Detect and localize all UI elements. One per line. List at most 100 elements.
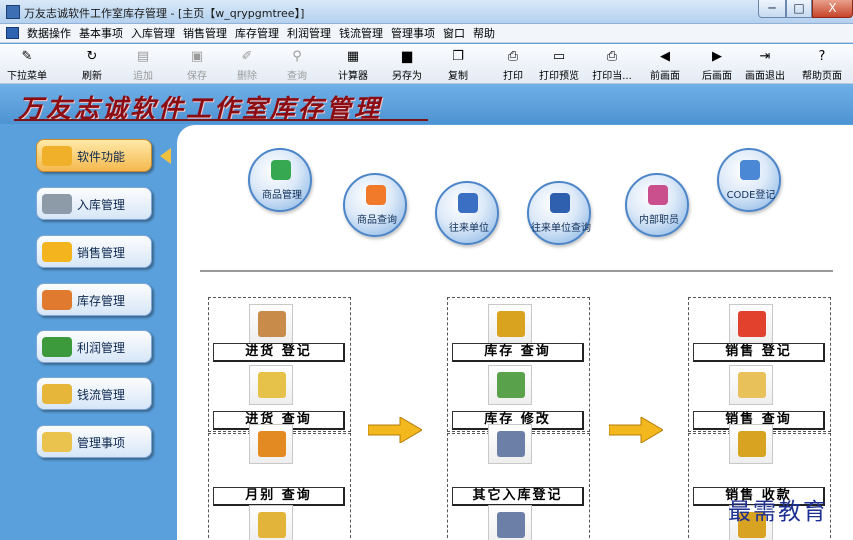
toolbar-button-14[interactable]: ⇥ 画面退出 [740, 47, 790, 83]
banner-underline [14, 119, 428, 121]
active-pointer-icon [160, 148, 171, 164]
maximize-button[interactable]: □ [786, 0, 812, 18]
monthly-query-icon [249, 424, 293, 464]
sidebar-item-2[interactable]: 销售管理 [36, 235, 152, 268]
menu-item-4[interactable]: 库存管理 [235, 26, 279, 41]
toolbar-button-3[interactable]: ▣ 保存 [174, 47, 220, 83]
sidebar-item-6[interactable]: 管理事项 [36, 425, 152, 458]
icon-art [258, 431, 286, 457]
toolbar-button-0[interactable]: ✎ 下拉菜单 [4, 47, 50, 83]
menu-item-1[interactable]: 基本事项 [79, 26, 123, 41]
toolbar-label: 下拉菜单 [7, 71, 47, 82]
toolbar-label: 删除 [237, 71, 257, 82]
icon-art [497, 512, 525, 538]
save-icon: ▣ [190, 49, 204, 64]
close-button[interactable]: X [812, 0, 853, 18]
toolbar-button-9[interactable]: ⎙ 打印 [490, 47, 536, 83]
sales-icon [42, 242, 72, 262]
circle-button-0[interactable]: 商品管理 [248, 148, 312, 212]
flow-arrow-icon [368, 417, 422, 443]
function-button-0[interactable]: 进货 登记 [213, 343, 345, 362]
toolbar-button-1[interactable]: ↻ 刷新 [72, 47, 112, 83]
toolbar-label: 打印预览 [539, 71, 579, 82]
function-button-5[interactable]: 其它入库登记 [452, 487, 584, 506]
stock-edit-icon [488, 365, 532, 405]
function-button-3[interactable]: 库存 查询 [452, 343, 584, 362]
menu-item-5[interactable]: 利润管理 [287, 26, 331, 41]
circle-label: 往来单位 [449, 223, 489, 234]
toolbar-button-10[interactable]: ▭ 打印预览 [534, 47, 584, 83]
title-bar: 万友志诚软件工作室库存管理 - [主页【w_qrypgmtree】] ─ □ X [0, 0, 853, 24]
toolbar-label: 查询 [287, 71, 307, 82]
sidebar-item-3[interactable]: 库存管理 [36, 283, 152, 316]
toolbar-button-15[interactable]: ? 帮助页面 [796, 47, 848, 83]
toolbar-label: 追加 [133, 71, 153, 82]
partner-query-icon [550, 193, 570, 213]
menu-item-2[interactable]: 入库管理 [131, 26, 175, 41]
sidebar-item-label: 入库管理 [77, 198, 126, 212]
menu-item-8[interactable]: 窗口 [443, 26, 465, 41]
help-icon: ? [818, 49, 826, 64]
toolbar-button-6[interactable]: ▦ 计算器 [330, 47, 376, 83]
truck-icon [42, 194, 72, 214]
icon-art [738, 372, 766, 398]
toolbar-label: 复制 [448, 71, 468, 82]
exit-screen-icon: ⇥ [759, 49, 771, 64]
cart-icon [729, 304, 773, 344]
print-preview-icon: ▭ [552, 49, 566, 64]
menu-item-9[interactable]: 帮助 [473, 26, 495, 41]
toolbar-button-13[interactable]: ▶ 后画面 [694, 47, 740, 83]
circle-button-4[interactable]: 内部职员 [625, 173, 689, 237]
circle-button-1[interactable]: 商品查询 [343, 173, 407, 237]
circle-button-5[interactable]: CODE登记 [717, 148, 781, 212]
money-flow-icon [42, 384, 72, 404]
menu-item-7[interactable]: 管理事项 [391, 26, 435, 41]
admin-box-icon [42, 432, 72, 452]
partial-icon-0 [249, 505, 293, 540]
circle-button-3[interactable]: 往来单位查询 [527, 181, 591, 245]
dropdown-menu-icon: ✎ [21, 49, 33, 64]
menu-item-0[interactable]: 数据操作 [27, 26, 71, 41]
section-divider [200, 270, 833, 272]
print-current-icon: ⎙ [606, 49, 618, 64]
sidebar: 软件功能入库管理销售管理库存管理利润管理钱流管理管理事项 [0, 124, 178, 540]
menu-items: 数据操作 基本事项 入库管理 销售管理 库存管理 利润管理 钱流管理 管理事项 窗口 帮助 [27, 26, 503, 41]
circle-label: 往来单位查询 [531, 223, 591, 234]
sidebar-item-label: 钱流管理 [77, 388, 126, 402]
software-function-icon [42, 146, 72, 166]
toolbar-button-5[interactable]: ⚲ 查询 [274, 47, 320, 83]
window-title: 万友志诚软件工作室库存管理 - [主页【w_qrypgmtree】] [24, 7, 305, 20]
next-screen-icon: ▶ [712, 49, 722, 64]
refresh-icon: ↻ [86, 49, 98, 64]
sidebar-item-0[interactable]: 软件功能 [36, 139, 152, 172]
product-shield-icon [366, 185, 386, 205]
toolbar-label: 计算器 [338, 71, 368, 82]
sidebar-item-4[interactable]: 利润管理 [36, 330, 152, 363]
toolbar-label: 后画面 [702, 71, 732, 82]
main-content: 商品管理 商品查询 往来单位 往来单位查询 内部职员 CODE登记 进货 登记 进货 查询 月别… [177, 125, 853, 540]
sidebar-item-1[interactable]: 入库管理 [36, 187, 152, 220]
toolbar-button-4[interactable]: ✐ 删除 [224, 47, 270, 83]
forklift-icon [488, 304, 532, 344]
sidebar-item-5[interactable]: 钱流管理 [36, 377, 152, 410]
staff-group-icon [648, 185, 668, 205]
toolbar-button-11[interactable]: ⎙ 打印当... [586, 47, 638, 83]
watermark: 最需教育 [728, 499, 828, 525]
delete-icon: ✐ [241, 49, 253, 64]
toolbar-button-7[interactable]: ▆ 另存为 [384, 47, 430, 83]
toolbar-button-12[interactable]: ◀ 前画面 [640, 47, 690, 83]
function-button-6[interactable]: 销售 登记 [693, 343, 825, 362]
icon-art [258, 372, 286, 398]
toolbar-button-8[interactable]: ❐ 复制 [440, 47, 476, 83]
function-button-2[interactable]: 月别 查询 [213, 487, 345, 506]
minimize-button[interactable]: ─ [758, 0, 786, 18]
circle-button-2[interactable]: 往来单位 [435, 181, 499, 245]
menu-item-6[interactable]: 钱流管理 [339, 26, 383, 41]
toolbar-label: 打印当... [592, 71, 632, 82]
code-user-icon [740, 160, 760, 180]
product-cubes-icon [271, 160, 291, 180]
sidebar-item-label: 软件功能 [77, 150, 126, 164]
toolbar-button-2[interactable]: ▤ 追加 [120, 47, 166, 83]
menu-item-3[interactable]: 销售管理 [183, 26, 227, 41]
toolbar-label: 画面退出 [745, 71, 785, 82]
